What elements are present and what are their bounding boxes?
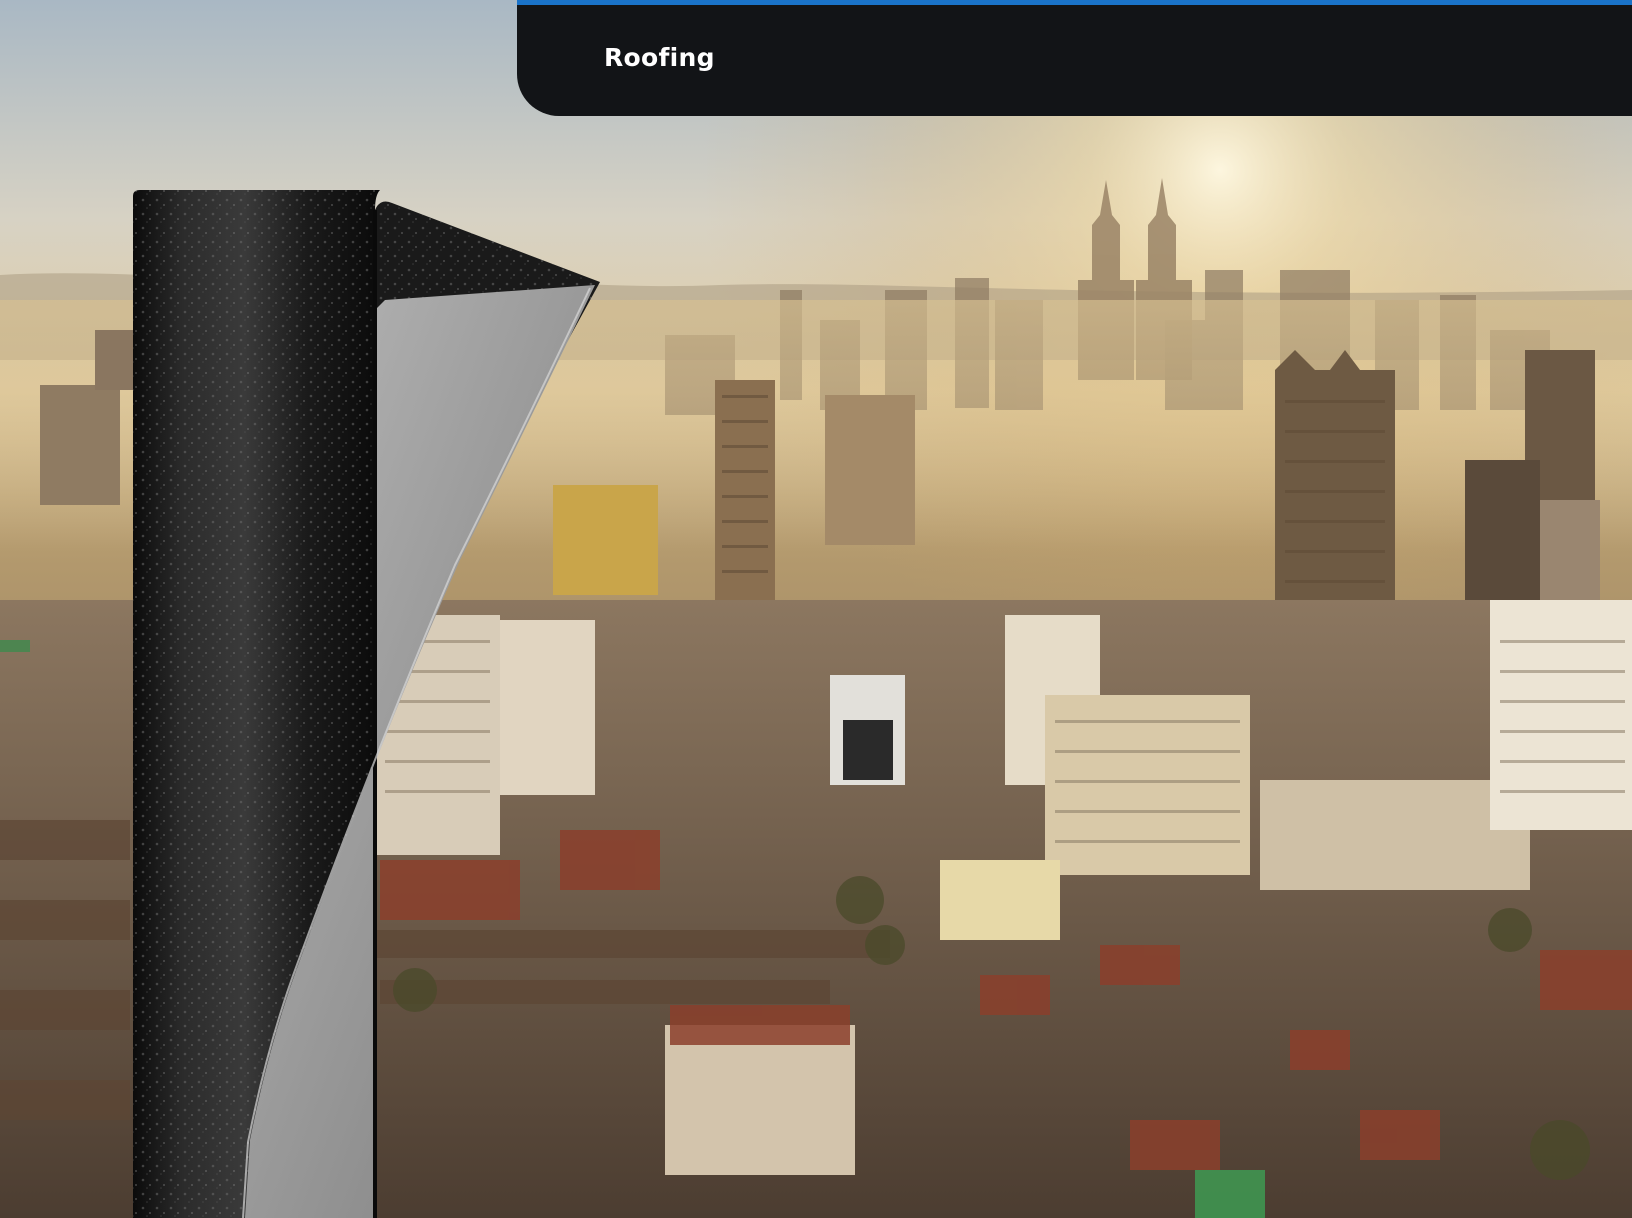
page: Roofing [0, 0, 1632, 1218]
hero-image [0, 0, 1632, 1218]
page-title: Roofing [604, 43, 715, 72]
header-bar: Roofing [517, 0, 1632, 116]
